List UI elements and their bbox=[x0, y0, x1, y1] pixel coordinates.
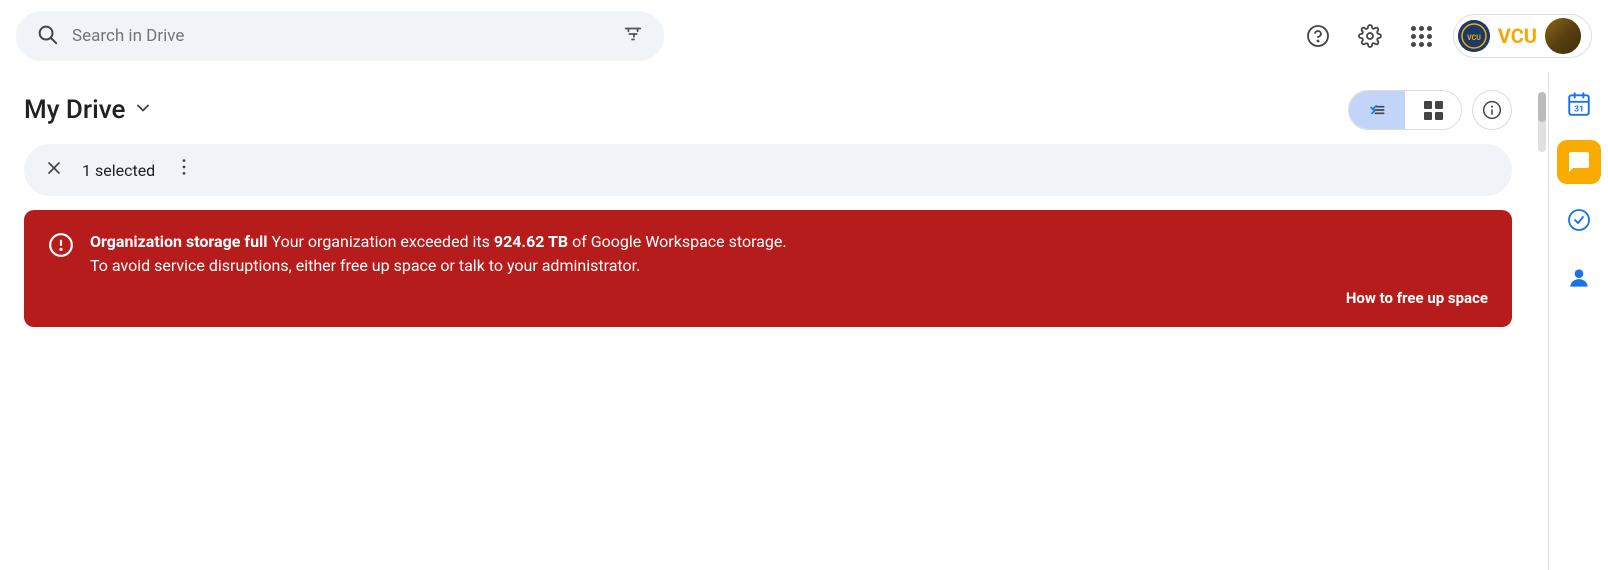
alert-storage-amount: 924.62 TB bbox=[494, 232, 568, 251]
alert-top: Organization storage full Your organizat… bbox=[48, 230, 1488, 278]
selected-count-text: 1 selected bbox=[82, 161, 155, 180]
scrollbar-track[interactable] bbox=[1536, 72, 1548, 570]
header-icons: VCU VCU bbox=[1297, 14, 1592, 58]
vcu-seal-icon: VCU bbox=[1458, 20, 1490, 52]
grid-view-button[interactable] bbox=[1405, 91, 1461, 129]
alert-message: Organization storage full Your organizat… bbox=[90, 230, 787, 278]
tasks-button[interactable] bbox=[1557, 198, 1601, 242]
svg-text:31: 31 bbox=[1574, 105, 1584, 115]
page-header: My Drive bbox=[24, 72, 1512, 144]
search-input[interactable] bbox=[72, 26, 608, 46]
search-filter-icon[interactable] bbox=[622, 23, 644, 50]
grid-icon bbox=[1424, 101, 1443, 120]
account-badge[interactable]: VCU VCU bbox=[1453, 14, 1592, 58]
view-toggle bbox=[1348, 90, 1462, 130]
scrollbar[interactable] bbox=[1538, 92, 1546, 152]
alert-icon bbox=[48, 232, 74, 264]
list-view-button[interactable] bbox=[1349, 91, 1405, 129]
main-layout: My Drive bbox=[0, 72, 1608, 570]
my-drive-title-button[interactable]: My Drive bbox=[24, 95, 153, 125]
storage-alert-banner: Organization storage full Your organizat… bbox=[24, 210, 1512, 327]
page-title: My Drive bbox=[24, 95, 125, 125]
how-to-free-space-link[interactable]: How to free up space bbox=[1346, 289, 1488, 307]
header: VCU VCU bbox=[0, 0, 1608, 72]
settings-button[interactable] bbox=[1349, 15, 1391, 57]
vcu-text: VCU bbox=[1498, 24, 1537, 48]
right-sidebar: 31 bbox=[1548, 72, 1608, 570]
avatar bbox=[1545, 18, 1581, 54]
help-button[interactable] bbox=[1297, 15, 1339, 57]
chat-button[interactable] bbox=[1557, 140, 1601, 184]
svg-text:VCU: VCU bbox=[1467, 34, 1481, 42]
alert-line2: To avoid service disruptions, either fre… bbox=[90, 256, 640, 275]
info-button[interactable] bbox=[1472, 90, 1512, 130]
alert-title: Organization storage full bbox=[90, 232, 268, 251]
chevron-down-icon bbox=[133, 98, 153, 123]
apps-grid-icon bbox=[1411, 26, 1432, 47]
selection-bar: 1 selected bbox=[24, 144, 1512, 196]
content-area: My Drive bbox=[0, 72, 1536, 570]
scroll-thumb[interactable] bbox=[1538, 92, 1546, 122]
view-controls bbox=[1348, 90, 1512, 130]
search-bar[interactable] bbox=[16, 11, 664, 61]
contacts-button[interactable] bbox=[1557, 256, 1601, 300]
avatar-image bbox=[1545, 18, 1581, 54]
deselect-button[interactable] bbox=[44, 158, 64, 183]
search-icon bbox=[36, 23, 58, 50]
alert-body2: of Google Workspace storage. bbox=[568, 232, 786, 251]
more-actions-button[interactable] bbox=[173, 156, 195, 184]
calendar-button[interactable]: 31 bbox=[1557, 82, 1601, 126]
apps-button[interactable] bbox=[1401, 15, 1443, 57]
alert-body1: Your organization exceeded its bbox=[268, 232, 494, 251]
